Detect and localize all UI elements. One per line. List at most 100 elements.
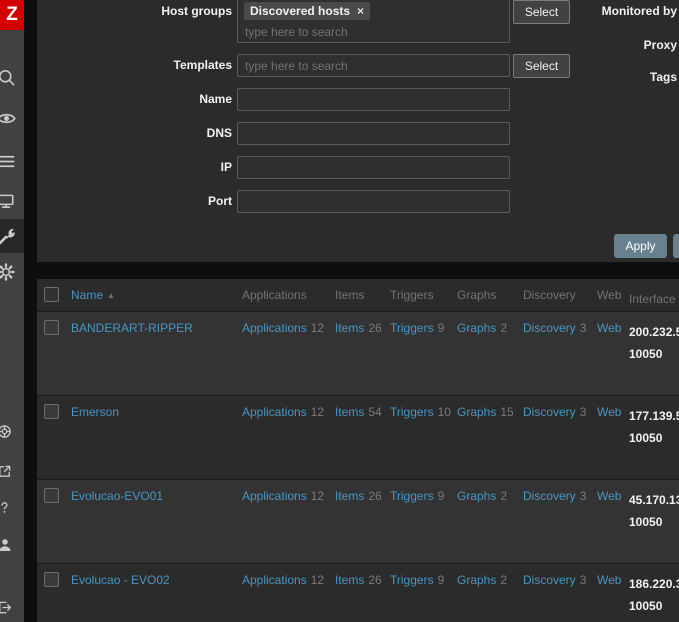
graphs-count: 2 — [500, 573, 508, 587]
table-row: BANDERART-RIPPER Applications 12 Items 26 … — [37, 311, 679, 395]
discovery-link[interactable]: Discovery — [523, 405, 576, 419]
interface-port: 10050 — [629, 347, 663, 361]
port-input[interactable] — [237, 190, 510, 213]
discovery-link[interactable]: Discovery — [523, 489, 576, 503]
items-link[interactable]: Items — [335, 489, 364, 503]
graphs-count: 15 — [500, 405, 514, 419]
sidebar-item-share[interactable] — [0, 458, 24, 484]
applications-link[interactable]: Applications — [242, 489, 307, 503]
apply-button[interactable]: Apply — [614, 234, 667, 258]
web-link[interactable]: Web — [597, 405, 621, 419]
search-icon — [0, 69, 15, 85]
sidebar-item-user-profile[interactable] — [0, 532, 24, 558]
discovery-count: 3 — [579, 321, 587, 335]
triggers-count: 10 — [437, 405, 451, 419]
select-all-checkbox[interactable] — [44, 287, 59, 302]
triggers-link[interactable]: Triggers — [390, 405, 434, 419]
host-name-link[interactable]: Evolucao - EVO02 — [71, 573, 170, 587]
items-count: 54 — [368, 405, 382, 419]
host-name-link[interactable]: Evolucao-EVO01 — [71, 489, 163, 503]
interface-cell: 45.170.13 10050 — [624, 480, 679, 533]
name-input[interactable] — [237, 88, 510, 111]
host-group-chip-label: Discovered hosts — [250, 4, 351, 18]
host-name-link[interactable]: BANDERART-RIPPER — [71, 321, 193, 335]
port-label: Port — [208, 194, 232, 208]
zabbix-logo[interactable]: Z — [0, 0, 24, 30]
templates-select-button[interactable]: Select — [513, 54, 570, 78]
triggers-count: 9 — [437, 573, 445, 587]
name-label: Name — [199, 92, 232, 106]
monitored-by-label: Monitored by — [601, 4, 677, 18]
applications-link[interactable]: Applications — [242, 321, 307, 335]
table-header-row: Name ▲ Applications Items Triggers Graphs… — [37, 279, 679, 311]
applications-count: 12 — [310, 321, 325, 335]
host-filter-panel: Host groups Discovered hosts × type here… — [37, 0, 679, 262]
ip-input[interactable] — [237, 156, 510, 179]
wrench-icon — [0, 228, 15, 244]
sidebar-item-reports[interactable] — [0, 184, 24, 218]
applications-link[interactable]: Applications — [242, 573, 307, 587]
column-header-name[interactable]: Name — [71, 288, 103, 302]
row-checkbox[interactable] — [44, 320, 59, 335]
discovery-link[interactable]: Discovery — [523, 321, 576, 335]
items-link[interactable]: Items — [335, 405, 364, 419]
interface-cell: 177.139.5 10050 — [624, 396, 679, 449]
host-groups-label: Host groups — [161, 4, 232, 18]
sign-out-icon — [0, 601, 12, 613]
triggers-count: 9 — [437, 321, 445, 335]
web-link[interactable]: Web — [597, 573, 621, 587]
graphs-link[interactable]: Graphs — [457, 573, 496, 587]
discovery-link[interactable]: Discovery — [523, 573, 576, 587]
web-link[interactable]: Web — [597, 489, 621, 503]
reset-button-partial[interactable] — [673, 234, 679, 258]
triggers-link[interactable]: Triggers — [390, 489, 434, 503]
dns-input[interactable] — [237, 122, 510, 145]
host-name-link[interactable]: Emerson — [71, 405, 119, 419]
column-header-interface: Interface — [629, 292, 676, 306]
column-header-items: Items — [335, 288, 365, 302]
triggers-count: 9 — [437, 489, 445, 503]
items-link[interactable]: Items — [335, 321, 364, 335]
question-icon — [1, 501, 8, 513]
row-checkbox[interactable] — [44, 488, 59, 503]
sidebar-item-inventory[interactable] — [0, 144, 24, 178]
sidebar-item-monitoring[interactable] — [0, 101, 24, 135]
applications-count: 12 — [310, 573, 325, 587]
sidebar-item-administration[interactable] — [0, 255, 24, 289]
sidebar-item-sign-out[interactable] — [0, 594, 24, 620]
dns-label: DNS — [206, 126, 232, 140]
column-header-graphs: Graphs — [457, 288, 497, 302]
graphs-link[interactable]: Graphs — [457, 489, 496, 503]
templates-input[interactable] — [237, 54, 510, 77]
tags-label: Tags — [649, 70, 677, 84]
share-icon — [0, 465, 11, 477]
triggers-link[interactable]: Triggers — [390, 321, 434, 335]
list-icon — [0, 155, 15, 167]
host-groups-multiselect[interactable]: Discovered hosts × type here to search — [237, 0, 510, 43]
sidebar-item-configuration[interactable] — [0, 219, 24, 253]
ip-label: IP — [220, 160, 232, 174]
column-header-web: Web — [597, 288, 622, 302]
table-row: Evolucao - EVO02 Applications 12 Items 26 … — [37, 563, 679, 622]
graphs-link[interactable]: Graphs — [457, 405, 496, 419]
discovery-count: 3 — [579, 573, 587, 587]
graphs-count: 2 — [500, 489, 508, 503]
interface-ip: 45.170.13 — [629, 493, 679, 507]
chip-remove-icon[interactable]: × — [357, 4, 364, 18]
applications-link[interactable]: Applications — [242, 405, 307, 419]
triggers-link[interactable]: Triggers — [390, 573, 434, 587]
host-groups-select-button[interactable]: Select — [513, 0, 570, 24]
sidebar-item-search[interactable] — [0, 60, 24, 94]
sidebar-item-help[interactable] — [0, 494, 24, 520]
graphs-link[interactable]: Graphs — [457, 321, 496, 335]
interface-port: 10050 — [629, 431, 663, 445]
row-checkbox[interactable] — [44, 572, 59, 587]
row-checkbox[interactable] — [44, 404, 59, 419]
web-link[interactable]: Web — [597, 321, 621, 335]
interface-port: 10050 — [629, 599, 663, 613]
interface-cell: 200.232.5 10050 — [624, 312, 679, 365]
gear-icon — [0, 263, 15, 281]
table-row: Evolucao-EVO01 Applications 12 Items 26 Tr… — [37, 479, 679, 563]
items-link[interactable]: Items — [335, 573, 364, 587]
sidebar-item-support[interactable] — [0, 418, 24, 444]
